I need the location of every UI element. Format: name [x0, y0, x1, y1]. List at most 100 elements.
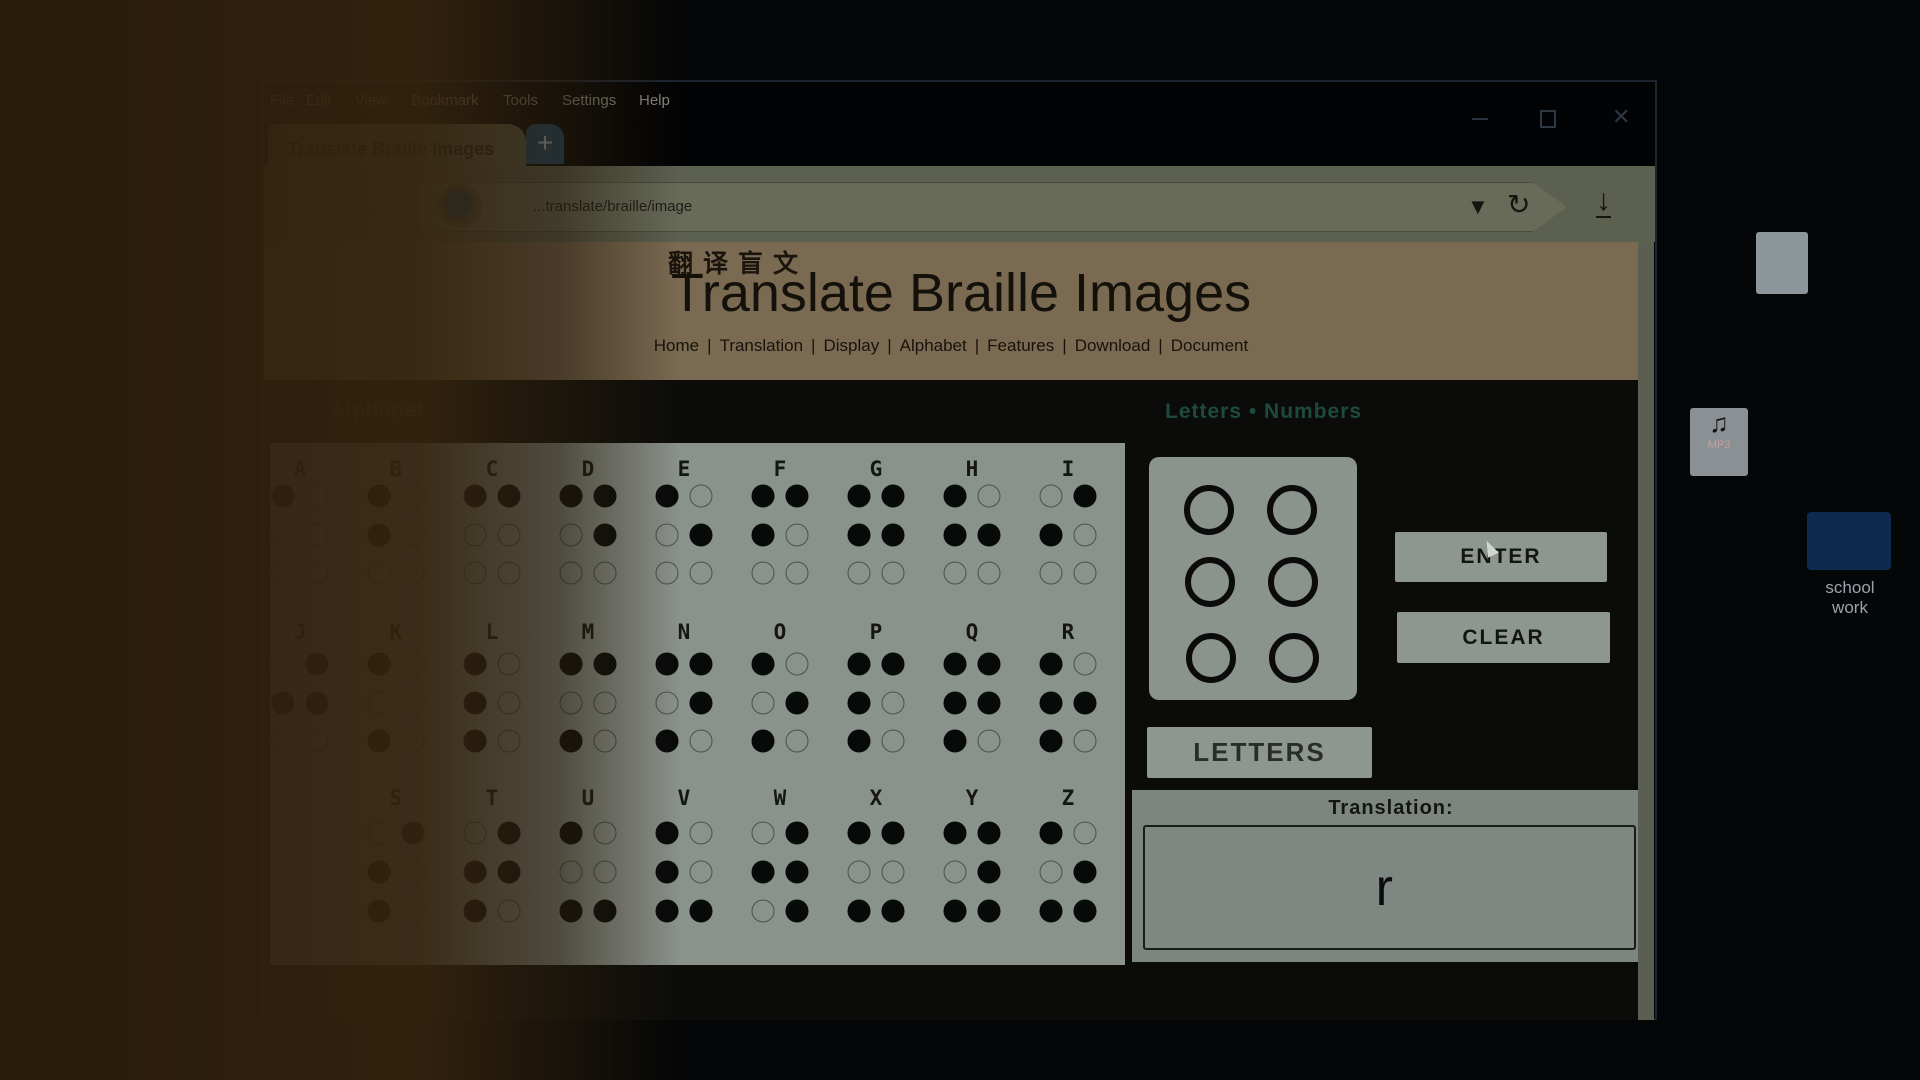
braille-dot — [497, 691, 521, 715]
braille-dot — [1073, 899, 1097, 923]
input-dot-4[interactable] — [1268, 557, 1318, 607]
braille-dot — [943, 899, 967, 923]
forward-icon[interactable]: → — [355, 190, 383, 222]
download-icon[interactable]: ↓ — [1596, 186, 1611, 218]
braille-dot — [271, 561, 295, 585]
braille-dot — [751, 860, 775, 884]
braille-dot — [943, 860, 967, 884]
braille-dot — [751, 652, 775, 676]
braille-dot — [401, 523, 425, 547]
braille-dot — [977, 523, 1001, 547]
input-dot-6[interactable] — [1269, 633, 1319, 683]
braille-letter-m: M — [581, 620, 595, 644]
braille-dot — [559, 561, 583, 585]
braille-dot — [655, 691, 679, 715]
braille-dot — [847, 484, 871, 508]
close-icon[interactable]: ✕ — [1612, 104, 1630, 130]
nav-home[interactable]: Home — [654, 336, 699, 355]
braille-letter-p: P — [869, 620, 883, 644]
braille-dot — [655, 860, 679, 884]
menu-settings[interactable]: Settings — [562, 92, 616, 109]
nav-translation[interactable]: Translation — [720, 336, 803, 355]
braille-dot — [943, 484, 967, 508]
braille-dot — [785, 484, 809, 508]
reload-icon[interactable]: ↻ — [1507, 188, 1530, 221]
desktop-mp3-icon[interactable]: ♫ MP3 — [1690, 408, 1748, 476]
braille-dot — [1073, 860, 1097, 884]
site-globe-icon — [438, 184, 482, 228]
input-dot-2[interactable] — [1267, 485, 1317, 535]
menu-tools[interactable]: Tools — [503, 92, 538, 109]
braille-dot — [593, 691, 617, 715]
input-dot-1[interactable] — [1184, 485, 1234, 535]
scrollbar[interactable] — [1638, 242, 1654, 1020]
dropdown-icon[interactable]: ▼ — [1467, 194, 1489, 220]
input-dot-5[interactable] — [1186, 633, 1236, 683]
new-tab-button[interactable]: + — [526, 124, 564, 164]
braille-dot — [463, 899, 487, 923]
braille-dot — [1073, 561, 1097, 585]
mode-heading: Letters • Numbers — [1165, 400, 1363, 423]
braille-dot — [751, 729, 775, 753]
site-nav: Home | Translation | Display | Alphabet | Featur… — [264, 336, 1638, 356]
menu-view[interactable]: View — [355, 92, 387, 109]
menu-help[interactable]: Help — [639, 92, 670, 109]
url-text[interactable]: ...translate/braille/image — [533, 198, 692, 215]
braille-dot — [689, 691, 713, 715]
nav-download[interactable]: Download — [1075, 336, 1151, 355]
braille-dot — [463, 484, 487, 508]
braille-dot — [463, 523, 487, 547]
braille-dot — [463, 691, 487, 715]
braille-dot — [943, 523, 967, 547]
nav-separator: | — [974, 336, 980, 355]
braille-dot — [271, 652, 295, 676]
braille-dot — [689, 860, 713, 884]
tab-active[interactable]: Translate Braille Images — [268, 124, 526, 166]
braille-dot — [655, 899, 679, 923]
maximize-icon[interactable] — [1540, 110, 1556, 128]
braille-letter-v: V — [677, 786, 691, 810]
braille-dot — [751, 484, 775, 508]
folder-label[interactable]: school work — [1810, 578, 1890, 618]
braille-dot — [1039, 523, 1063, 547]
braille-dot — [881, 691, 905, 715]
braille-letter-i: I — [1061, 457, 1075, 481]
nav-features[interactable]: Features — [987, 336, 1054, 355]
braille-dot — [655, 523, 679, 547]
nav-alphabet[interactable]: Alphabet — [900, 336, 967, 355]
braille-dot — [497, 484, 521, 508]
braille-dot — [367, 652, 391, 676]
clear-button[interactable]: CLEAR — [1397, 612, 1610, 663]
input-dot-3[interactable] — [1185, 557, 1235, 607]
braille-dot — [655, 652, 679, 676]
desktop-file-icon[interactable] — [1756, 232, 1808, 294]
braille-dot — [943, 561, 967, 585]
nav-display[interactable]: Display — [823, 336, 879, 355]
nav-document[interactable]: Document — [1171, 336, 1248, 355]
braille-letter-b: B — [389, 457, 403, 481]
braille-dot — [367, 691, 391, 715]
desktop-folder-icon[interactable] — [1807, 512, 1891, 570]
braille-alphabet-chart: A B C D E F G H I J K L M N O P Q R S T U V W X Y Z — [270, 443, 1125, 965]
mp3-badge: MP3 — [1707, 439, 1731, 451]
braille-dot — [271, 729, 295, 753]
braille-letter-r: R — [1061, 620, 1075, 644]
braille-dot — [367, 484, 391, 508]
braille-dot — [367, 899, 391, 923]
braille-dot — [977, 899, 1001, 923]
braille-dot — [593, 561, 617, 585]
braille-letter-q: Q — [965, 620, 979, 644]
menu-file[interactable]: File — [270, 92, 294, 109]
menu-bookmark[interactable]: Bookmark — [411, 92, 479, 109]
letters-mode-button[interactable]: LETTERS — [1147, 727, 1372, 778]
minimize-icon[interactable] — [1472, 118, 1488, 120]
braille-dot — [559, 484, 583, 508]
braille-letter-u: U — [581, 786, 595, 810]
menu-edit[interactable]: Edit — [306, 92, 332, 109]
translation-label: Translation: — [1328, 797, 1454, 819]
braille-dot — [463, 729, 487, 753]
braille-dot — [497, 652, 521, 676]
enter-button[interactable]: ENTER — [1395, 532, 1607, 582]
braille-dot — [559, 860, 583, 884]
braille-dot — [497, 899, 521, 923]
